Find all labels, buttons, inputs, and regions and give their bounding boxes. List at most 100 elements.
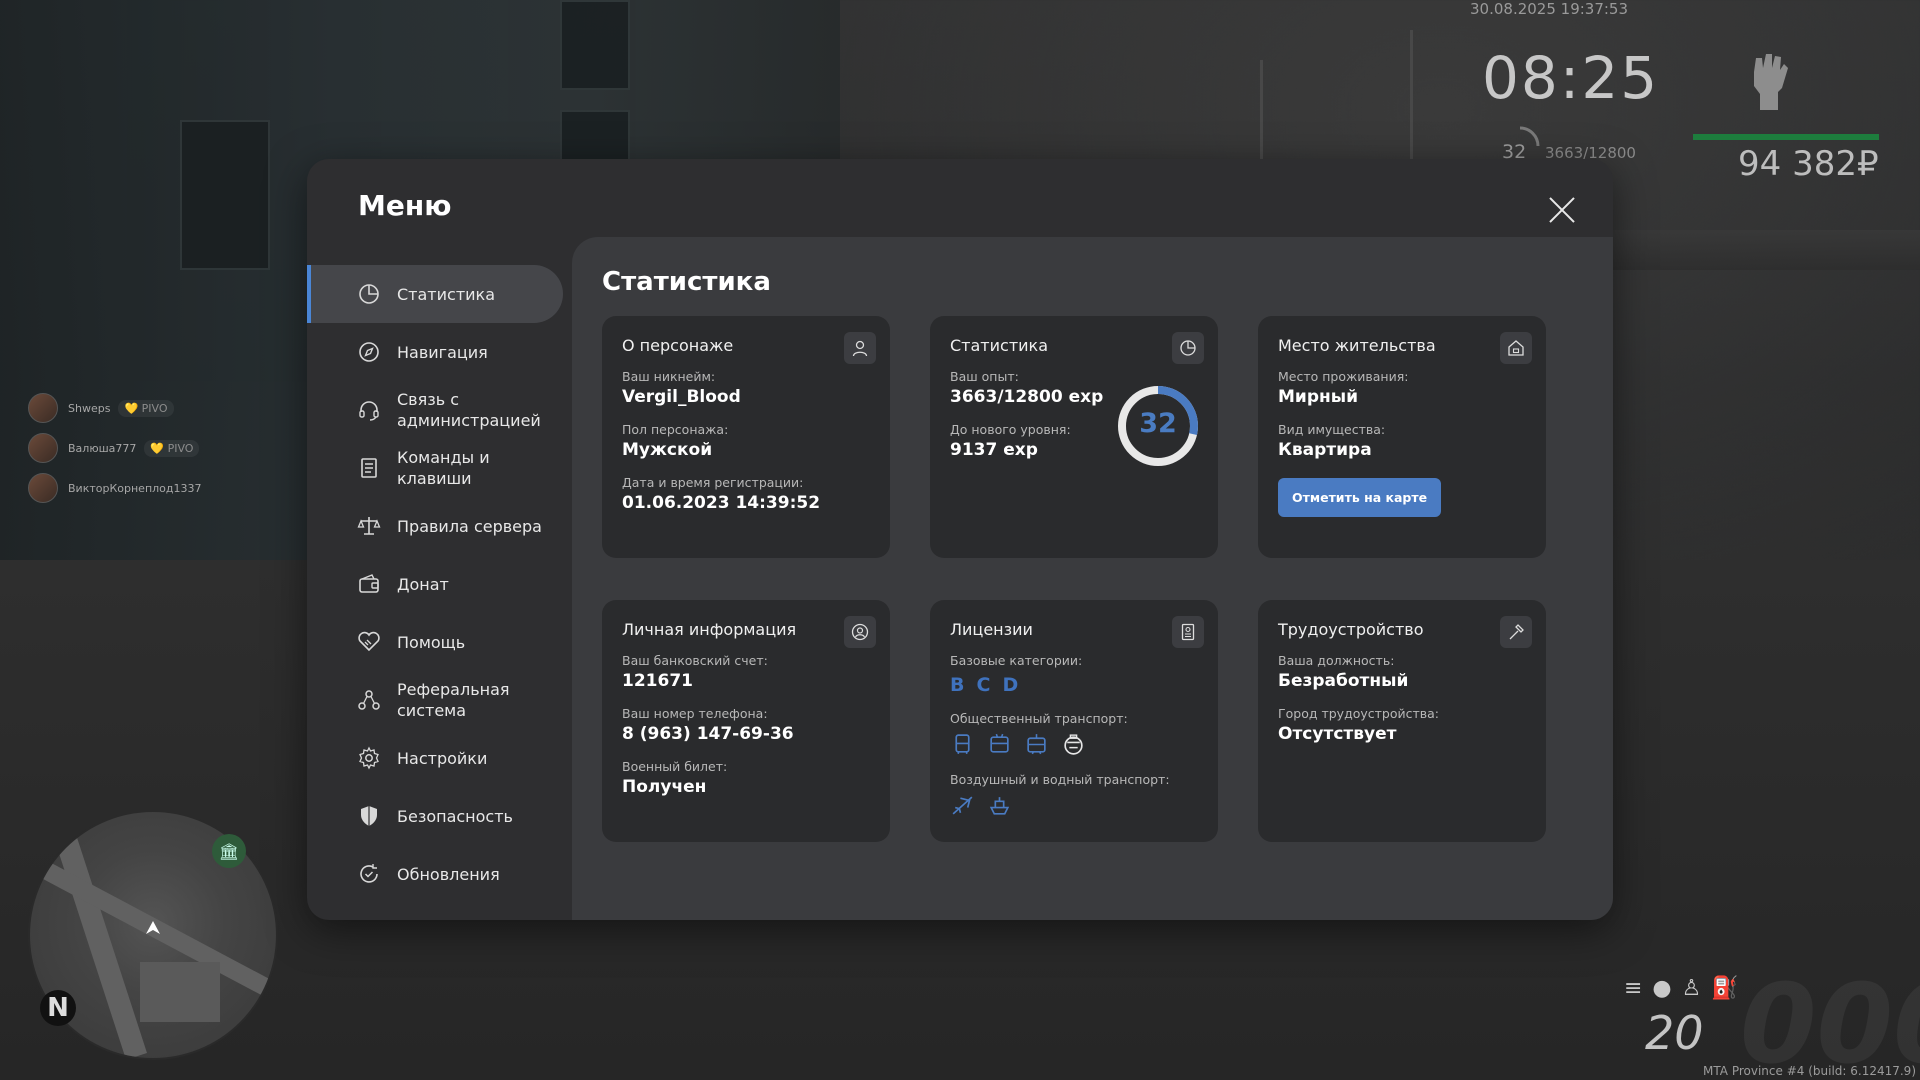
character-card: О персонаже Ваш никнейм: Vergil_Blood По… [602,316,890,558]
card-title: Место жительства [1278,336,1436,355]
card-icon-button [844,616,876,648]
sidebar-item-security[interactable]: Безопасность [307,787,563,845]
player-marker-icon [146,921,160,934]
personal-info-card: Личная информация Ваш банковский счет: 1… [602,600,890,842]
user-icon [852,340,868,357]
card-title: Трудоустройство [1278,620,1424,639]
bus-icon [955,734,970,754]
taxi-icon [1064,734,1083,755]
trolleybus-icon [990,733,1009,753]
sidebar-item-rules[interactable]: Правила сервера [307,497,563,555]
sidebar-item-label: Правила сервера [397,516,542,536]
card-icon-button [1172,616,1204,648]
card-icon-button [1172,332,1204,364]
sidebar-item-navigation[interactable]: Навигация [307,323,563,381]
refresh-check-icon [360,864,378,883]
plane-icon [952,796,973,815]
hud-clock: 08:25 [1482,44,1660,112]
player-row: ВикторКорнеплод1337 [28,468,202,508]
license-category: C [976,674,991,696]
stats-card: Статистика Ваш опыт: 3663/12800 exp До н… [930,316,1218,558]
position-label: Ваша должность: [1278,653,1395,668]
card-icon-button [1500,332,1532,364]
level-value: 32 [1139,408,1177,439]
player-name: ВикторКорнеплод1337 [68,481,202,495]
sidebar-item-label: Навигация [397,342,488,362]
player-tag: 💛 PIVO [118,399,174,417]
air-water-transport-icons [950,793,1198,818]
sidebar-item-label: Помощь [397,632,466,652]
residence-card: Место жительства Место проживания: Мирны… [1258,316,1546,558]
sidebar-item-commands[interactable]: Команды и клавиши [307,439,563,497]
building-window [180,120,270,270]
mark-on-map-button[interactable]: Отметить на карте [1278,478,1442,517]
hud-money: 94 382₽ [1738,144,1879,184]
fist-icon [1754,54,1788,110]
sidebar-item-label: Настройки [397,748,488,768]
hammer-icon [1509,624,1524,640]
user-circle-icon [851,623,869,641]
vehicle-status-icons: ≡●♙⛽ [1624,976,1749,1001]
card-title: Личная информация [622,620,797,639]
tram-icon [1027,734,1046,755]
avatar [28,433,58,463]
nickname-value: Vergil_Blood [622,387,741,407]
licenses-card: Лицензии Базовые категории: B C D Общест… [930,600,1218,842]
license-category: B [950,674,965,696]
sidebar-item-label: Обновления [397,864,500,884]
sidebar-item-updates[interactable]: Обновления [307,845,563,903]
bank-account-label: Ваш банковский счет: [622,653,768,668]
hud-datetime: 30.08.2025 19:37:53 [1470,0,1629,18]
exp-label: Ваш опыт: [950,369,1019,384]
sidebar-item-statistics[interactable]: Статистика [307,265,563,323]
job-city-label: Город трудоустройства: [1278,706,1440,721]
card-icon-button [1500,616,1532,648]
avatar [28,473,58,503]
avatar [28,393,58,423]
speedometer-background: 000 [1740,960,1920,1080]
house-icon [1508,340,1524,356]
minimap-road [55,834,147,1058]
military-id-value: Получен [622,777,707,797]
stats-icon [359,284,379,304]
sidebar-item-label: Статистика [397,284,495,304]
referral-icon [358,690,380,710]
employment-card: Трудоустройство Ваша должность: Безработ… [1258,600,1546,842]
stats-icon [1180,340,1196,356]
gender-label: Пол персонажа: [622,422,729,437]
player-name: Валюша777 [68,441,137,455]
sidebar-item-settings[interactable]: Настройки [307,729,563,787]
player-tag: 💛 PIVO [144,439,200,457]
card-title: О персонаже [622,336,734,355]
player-row: Shweps 💛 PIVO [28,388,202,428]
close-button[interactable] [1547,195,1577,225]
player-name: Shweps [68,401,111,415]
license-categories: B C D [950,674,1198,696]
wallet-icon [359,574,379,593]
job-city-value: Отсутствует [1278,724,1397,744]
phone-value: 8 (963) 147-69-36 [622,724,794,744]
registration-label: Дата и время регистрации: [622,475,804,490]
sidebar-item-admin-contact[interactable]: Связь с администрацией [307,381,563,439]
sidebar-item-label: Донат [397,574,449,594]
gear-icon [359,746,379,770]
sidebar-item-donate[interactable]: Донат [307,555,563,613]
public-transport-icons [950,732,1198,757]
handshake-icon [358,631,380,652]
building-window [560,0,630,90]
place-label: Место проживания: [1278,369,1409,384]
license-icon [1181,623,1195,641]
speed-readout: 20 [1645,1006,1704,1060]
boat-icon [989,797,1010,815]
air-water-transport-label: Воздушный и водный транспорт: [950,772,1170,787]
sidebar-item-referral[interactable]: Реферальная система [307,671,563,729]
headlight-icon: ≡● [1624,976,1682,1001]
content-area: Статистика О персонаже Ваш никнейм: Verg… [572,237,1613,920]
seatbelt-icon: ♙ [1681,976,1712,1001]
page-title: Статистика [602,267,771,297]
bank-account-value: 121671 [622,671,693,691]
property-type-value: Квартира [1278,440,1372,460]
public-transport-label: Общественный транспорт: [950,711,1128,726]
sidebar-item-help[interactable]: Помощь [307,613,563,671]
bank-icon: 🏛 [212,834,246,868]
